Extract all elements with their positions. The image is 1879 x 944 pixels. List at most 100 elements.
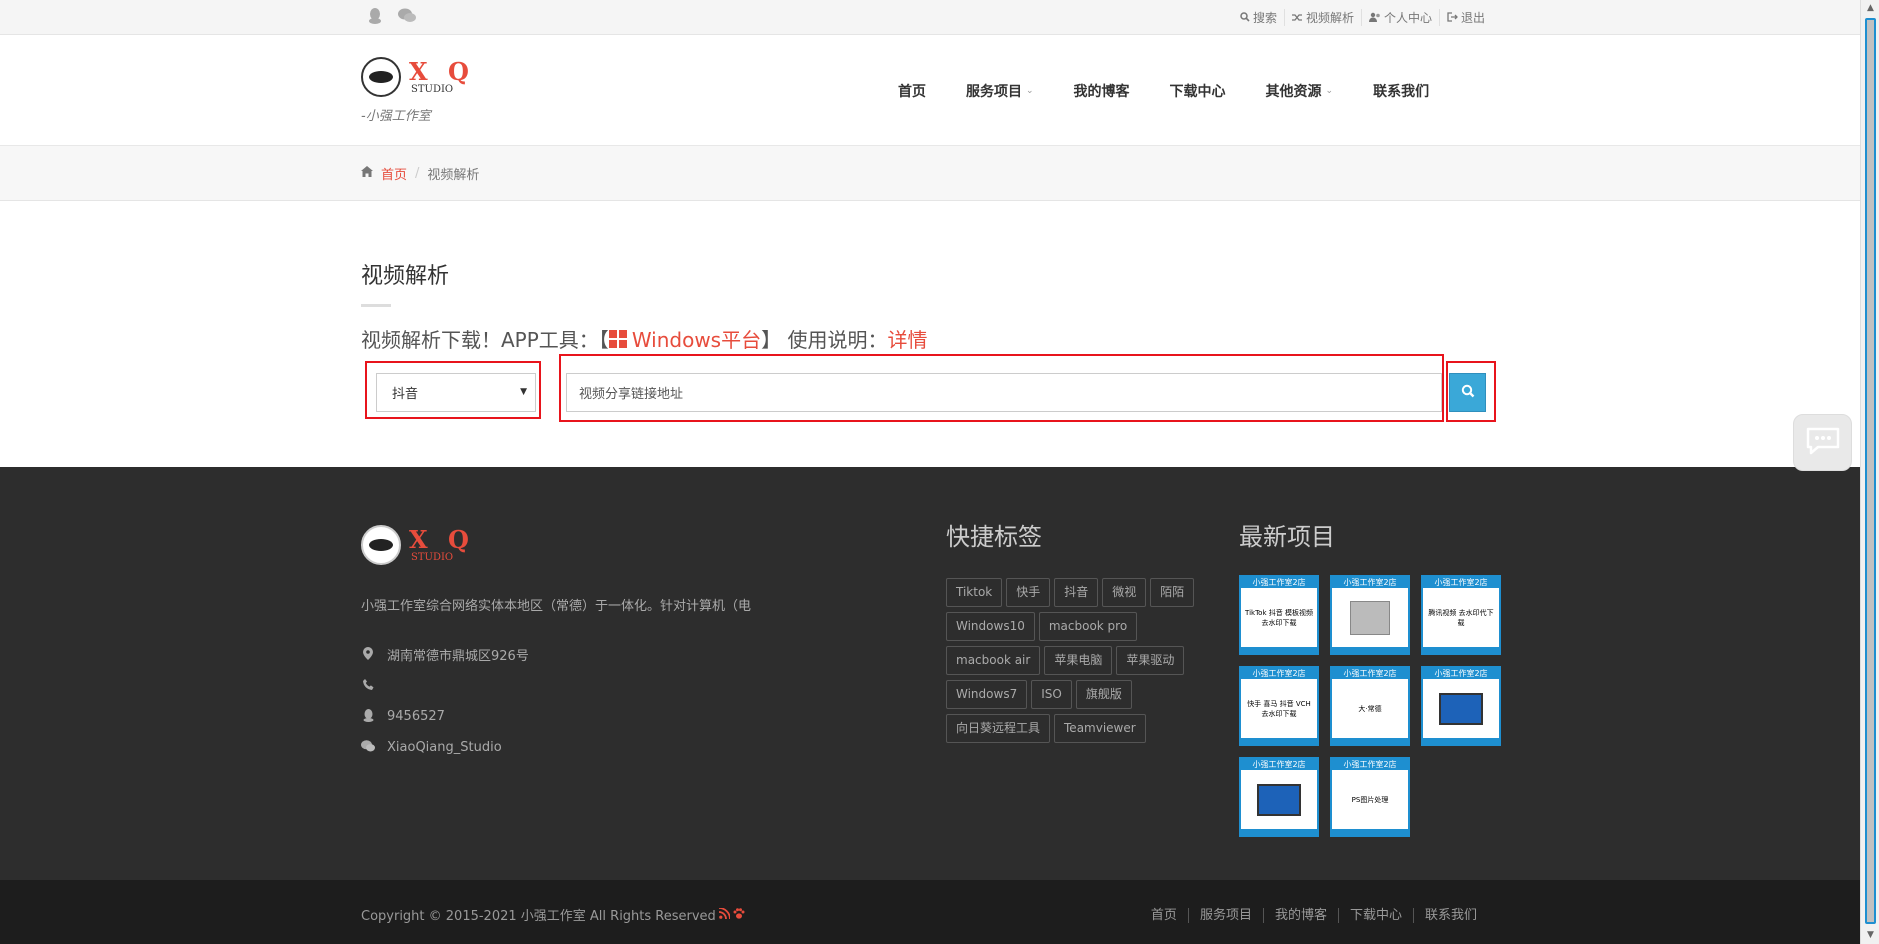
paw-icon[interactable] xyxy=(733,907,745,922)
footer-logo-text: X Q xyxy=(409,525,475,554)
tag-item[interactable]: Windows7 xyxy=(946,680,1028,709)
project-banner: 小强工作室2店 xyxy=(1423,668,1499,679)
breadcrumb-home-link[interactable]: 首页 xyxy=(381,164,407,183)
detail-link[interactable]: 详情 xyxy=(887,324,927,353)
tag-item[interactable]: 微视 xyxy=(1102,578,1147,607)
quick-tags: Tiktok 快手 抖音 微视 陌陌 Windows10 macbook pro macboo… xyxy=(946,578,1206,743)
vertical-scrollbar[interactable]: ▲ ▼ xyxy=(1860,0,1879,944)
project-banner: 小强工作室2店 xyxy=(1241,759,1317,770)
project-text: TikTok 抖音 模板视频 去水印下载 xyxy=(1245,609,1313,627)
scroll-down-icon[interactable]: ▼ xyxy=(1861,927,1879,944)
nav-item-label: 其他资源 xyxy=(1265,83,1322,100)
project-thumbnail[interactable]: 小强工作室2店 xyxy=(1330,575,1410,655)
project-thumbnail[interactable]: 小强工作室2店 腾讯视频 去水印代下载 xyxy=(1421,575,1501,655)
chat-icon xyxy=(1806,427,1840,459)
tag-item[interactable]: Tiktok xyxy=(946,578,1003,607)
top-link-logout[interactable]: 退出 xyxy=(1438,9,1492,26)
project-thumbnail[interactable]: 小强工作室2店 xyxy=(1239,757,1319,837)
tag-item[interactable]: 陌陌 xyxy=(1150,578,1195,607)
footer-links: 首页 服务项目 我的博客 下载中心 联系我们 xyxy=(1140,908,1488,923)
project-footer-strip xyxy=(1332,829,1408,835)
tag-item[interactable]: 快手 xyxy=(1006,578,1051,607)
top-link-search[interactable]: 搜索 xyxy=(1233,9,1284,26)
footer-link-contact[interactable]: 联系我们 xyxy=(1412,908,1488,923)
nav-item-contact[interactable]: 联系我们 xyxy=(1353,81,1449,101)
nav-item-blog[interactable]: 我的博客 xyxy=(1054,81,1150,101)
footer-logo-emblem xyxy=(361,525,401,565)
site-header: X Q STUDIO -小强工作室 首页 服务项目 ⌄ 我的博客 下载中心 其他资… xyxy=(0,35,1860,146)
users-icon xyxy=(1368,11,1381,25)
tag-item[interactable]: 旗舰版 xyxy=(1075,680,1132,709)
windows-platform-link[interactable]: Windows平台 xyxy=(608,324,761,353)
chevron-down-icon: ⌄ xyxy=(1026,85,1034,96)
wechat-icon[interactable] xyxy=(398,8,416,27)
project-footer-strip xyxy=(1423,647,1499,653)
project-footer-strip xyxy=(1241,738,1317,744)
project-banner: 小强工作室2店 xyxy=(1332,759,1408,770)
search-button[interactable] xyxy=(1449,373,1486,412)
nav-item-services[interactable]: 服务项目 ⌄ xyxy=(946,81,1054,101)
project-text: 快手 喜马 抖音 VCH 去水印下载 xyxy=(1247,700,1311,718)
top-link-label: 搜索 xyxy=(1252,11,1277,25)
tag-item[interactable]: Windows10 xyxy=(946,612,1035,641)
top-link-label: 退出 xyxy=(1460,11,1485,25)
breadcrumb: 首页 / 视频解析 xyxy=(0,146,1860,201)
tag-item[interactable]: 苹果驱动 xyxy=(1116,646,1185,675)
top-link-label: 视频解析 xyxy=(1305,11,1354,25)
caret-down-icon: ▼ xyxy=(520,387,527,397)
tag-item[interactable]: ISO xyxy=(1031,680,1072,709)
site-logo[interactable]: X Q STUDIO -小强工作室 xyxy=(361,57,481,127)
notice-text-middle: 】 使用说明： xyxy=(761,328,888,352)
nav-item-label: 联系我们 xyxy=(1373,83,1430,100)
platform-select[interactable]: 抖音 ▼ xyxy=(376,373,536,412)
tag-item[interactable]: 抖音 xyxy=(1054,578,1099,607)
top-bar: 搜索 视频解析 个人中心 退出 xyxy=(0,0,1860,35)
top-link-video-parse[interactable]: 视频解析 xyxy=(1283,9,1361,26)
breadcrumb-current: 视频解析 xyxy=(427,168,480,183)
tag-item[interactable]: macbook pro xyxy=(1038,612,1138,641)
tag-item[interactable]: 苹果电脑 xyxy=(1044,646,1113,675)
page: 搜索 视频解析 个人中心 退出 X Q STUDIO -小强工作室 首页 服务项… xyxy=(0,0,1860,944)
contact-qq: 9456527 xyxy=(361,701,529,732)
copyright-bar: Copyright © 2015-2021 小强工作室 All Rights R… xyxy=(0,880,1860,944)
footer-logo-subtext: STUDIO xyxy=(411,552,454,563)
video-url-input[interactable]: 视频分享链接地址 xyxy=(566,373,1442,412)
contact-phone xyxy=(361,670,529,701)
project-thumbnail[interactable]: 小强工作室2店 xyxy=(1421,666,1501,746)
nav-item-other-resources[interactable]: 其他资源 ⌄ xyxy=(1246,81,1354,101)
project-image: PS图片处理 xyxy=(1334,773,1406,827)
hard-drive-icon xyxy=(1350,601,1390,635)
project-banner: 小强工作室2店 xyxy=(1241,577,1317,588)
chat-button[interactable] xyxy=(1793,414,1852,471)
project-thumbnail[interactable]: 小强工作室2店 PS图片处理 xyxy=(1330,757,1410,837)
title-underline xyxy=(361,304,391,307)
footer-link-blog[interactable]: 我的博客 xyxy=(1262,908,1338,923)
rss-icon[interactable] xyxy=(718,906,731,922)
project-image: 大·常德 xyxy=(1334,682,1406,736)
project-banner: 小强工作室2店 xyxy=(1332,577,1408,588)
social-icons xyxy=(368,0,416,35)
tag-item[interactable]: Teamviewer xyxy=(1054,714,1146,743)
qq-icon[interactable] xyxy=(368,7,382,28)
project-thumbnail[interactable]: 小强工作室2店快手 喜马 抖音 VCH 去水印下载 xyxy=(1239,666,1319,746)
project-image xyxy=(1243,773,1315,827)
footer-link-home[interactable]: 首页 xyxy=(1140,908,1188,923)
footer-link-services[interactable]: 服务项目 xyxy=(1187,908,1263,923)
project-text: 大·常德 xyxy=(1358,705,1382,713)
logo-subtext: STUDIO xyxy=(411,84,454,95)
project-banner: 小强工作室2店 xyxy=(1241,668,1317,679)
contact-qq-text: 9456527 xyxy=(387,709,445,724)
nav-item-label: 首页 xyxy=(898,83,926,100)
project-footer-strip xyxy=(1241,829,1317,835)
tag-item[interactable]: macbook air xyxy=(946,646,1041,675)
project-thumbnail[interactable]: 小强工作室2店 TikTok 抖音 模板视频 去水印下载 xyxy=(1239,575,1319,655)
tag-item[interactable]: 向日葵远程工具 xyxy=(946,714,1051,743)
nav-item-home[interactable]: 首页 xyxy=(878,81,946,101)
footer-link-downloads[interactable]: 下载中心 xyxy=(1337,908,1413,923)
map-marker-icon xyxy=(361,646,375,663)
scroll-up-icon[interactable]: ▲ xyxy=(1861,0,1879,17)
project-thumbnail[interactable]: 小强工作室2店 大·常德 xyxy=(1330,666,1410,746)
top-link-user-center[interactable]: 个人中心 xyxy=(1360,9,1439,26)
scrollbar-thumb[interactable] xyxy=(1865,18,1876,924)
nav-item-downloads[interactable]: 下载中心 xyxy=(1150,81,1246,101)
